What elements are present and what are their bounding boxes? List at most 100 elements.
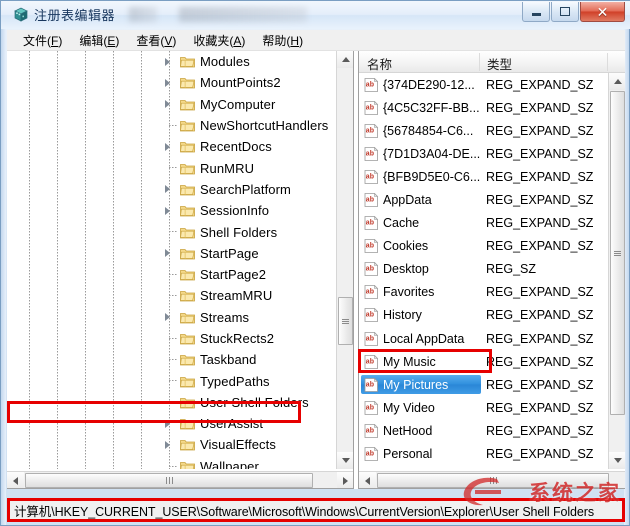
- value-type: REG_EXPAND_SZ: [486, 377, 594, 392]
- svg-text:ab: ab: [366, 381, 374, 388]
- value-row[interactable]: ab My Video REG_EXPAND_SZ: [359, 396, 608, 419]
- tree-item-modules[interactable]: Modules: [7, 51, 337, 72]
- list-scroll-left-button[interactable]: [359, 472, 376, 488]
- minimize-button[interactable]: [522, 2, 550, 22]
- tree-item-searchplatform[interactable]: SearchPlatform: [7, 179, 337, 200]
- expand-arrow-icon[interactable]: [162, 418, 173, 429]
- menu-file[interactable]: 文件(F): [15, 30, 71, 51]
- value-row[interactable]: abPrintHoodREG_EXPAND_SZ: [359, 466, 608, 467]
- string-value-icon: ab: [364, 262, 379, 277]
- tree-item-label: MyComputer: [200, 96, 276, 112]
- tree-hscrollbar-thumb[interactable]: [25, 473, 313, 488]
- value-row[interactable]: ab {BFB9D5E0-C6... REG_EXPAND_SZ: [359, 165, 608, 188]
- tree-item-sessioninfo[interactable]: SessionInfo: [7, 200, 337, 221]
- column-header-type[interactable]: 类型: [487, 54, 512, 73]
- tree-item-typedpaths[interactable]: TypedPaths: [7, 370, 337, 391]
- value-name: Personal: [383, 447, 433, 462]
- value-row[interactable]: ab {4C5C32FF-BB... REG_EXPAND_SZ: [359, 96, 608, 119]
- expand-arrow-icon[interactable]: [162, 77, 173, 88]
- value-row[interactable]: ab Local AppData REG_EXPAND_SZ: [359, 327, 608, 350]
- folder-icon: [180, 140, 195, 153]
- expand-arrow-icon[interactable]: [162, 56, 173, 67]
- value-row[interactable]: ab Personal REG_EXPAND_SZ: [359, 443, 608, 466]
- tree-item-startpage[interactable]: StartPage: [7, 243, 337, 264]
- svg-text:ab: ab: [366, 197, 374, 204]
- tree-item-mountpoints2[interactable]: MountPoints2: [7, 72, 337, 93]
- string-value-icon: ab: [364, 238, 379, 254]
- column-divider-end[interactable]: [607, 53, 608, 71]
- maximize-button[interactable]: [551, 2, 579, 22]
- registry-editor-screenshot: 注册表编辑器 ✕ 文件(F) 编辑(E) 查看(V) 收藏夹(A) 帮助(H): [0, 0, 630, 526]
- tree-item-wallpaper[interactable]: Wallpaper: [7, 456, 337, 469]
- menu-help[interactable]: 帮助(H): [254, 30, 312, 51]
- menu-view[interactable]: 查看(V): [128, 30, 185, 51]
- window-frame-left: [1, 1, 6, 525]
- list-scroll-down-button[interactable]: [609, 452, 625, 469]
- tree-item-stuckrects2[interactable]: StuckRects2: [7, 328, 337, 349]
- value-row[interactable]: ab NetHood REG_EXPAND_SZ: [359, 419, 608, 442]
- value-name: My Music: [383, 354, 436, 369]
- value-row[interactable]: ab Cache REG_EXPAND_SZ: [359, 212, 608, 235]
- list-scrollbar-thumb[interactable]: [610, 91, 625, 415]
- value-type: REG_EXPAND_SZ: [486, 423, 594, 438]
- tree-item-user-shell-folders[interactable]: User Shell Folders: [7, 392, 337, 413]
- value-row[interactable]: ab Favorites REG_EXPAND_SZ: [359, 281, 608, 304]
- list-hscrollbar-thumb[interactable]: [377, 473, 609, 488]
- value-row-selected[interactable]: ab My Pictures REG_EXPAND_SZ: [359, 373, 608, 396]
- expand-arrow-icon[interactable]: [162, 439, 173, 450]
- column-header-name[interactable]: 名称: [367, 54, 392, 73]
- tree-item-runmru[interactable]: RunMRU: [7, 157, 337, 178]
- expand-arrow-icon[interactable]: [162, 248, 173, 259]
- expand-arrow-icon[interactable]: [162, 99, 173, 110]
- tree-scroll-right-button[interactable]: [337, 472, 353, 488]
- registry-values-list[interactable]: 名称 类型 ab {374DE290-12... REG_EXPAND_SZ ab {4…: [358, 51, 625, 489]
- menu-edit[interactable]: 编辑(E): [71, 30, 128, 51]
- value-row[interactable]: ab History REG_EXPAND_SZ: [359, 304, 608, 327]
- tree-horizontal-scrollbar[interactable]: [7, 471, 353, 488]
- tree-scroll-left-button[interactable]: [7, 472, 24, 488]
- svg-text:ab: ab: [366, 404, 374, 411]
- menu-favorites[interactable]: 收藏夹(A): [185, 30, 254, 51]
- chevron-down-icon: [341, 458, 350, 463]
- list-vertical-scrollbar[interactable]: [608, 73, 625, 469]
- expand-arrow-icon[interactable]: [162, 184, 173, 195]
- value-row[interactable]: ab {374DE290-12... REG_EXPAND_SZ: [359, 73, 608, 96]
- value-row[interactable]: ab Cookies REG_EXPAND_SZ: [359, 235, 608, 258]
- expand-arrow-icon[interactable]: [162, 205, 173, 216]
- list-scroll-up-button[interactable]: [609, 73, 625, 90]
- value-type: REG_EXPAND_SZ: [486, 77, 594, 92]
- tree-item-startpage2[interactable]: StartPage2: [7, 264, 337, 285]
- expand-arrow-icon[interactable]: [162, 312, 173, 323]
- list-horizontal-scrollbar[interactable]: [359, 471, 625, 488]
- value-row[interactable]: ab {7D1D3A04-DE... REG_EXPAND_SZ: [359, 142, 608, 165]
- value-row[interactable]: ab AppData REG_EXPAND_SZ: [359, 188, 608, 211]
- tree-item-recentdocs[interactable]: RecentDocs: [7, 136, 337, 157]
- title-bar[interactable]: 注册表编辑器 ✕: [1, 1, 630, 29]
- tree-item-streams[interactable]: Streams: [7, 307, 337, 328]
- value-row[interactable]: ab My Music REG_EXPAND_SZ: [359, 350, 608, 373]
- tree-scroll-up-button[interactable]: [337, 51, 353, 68]
- folder-icon: [180, 247, 195, 260]
- string-value-icon: ab: [364, 423, 379, 438]
- close-button[interactable]: ✕: [580, 2, 625, 22]
- svg-text:ab: ab: [366, 335, 374, 342]
- tree-item-shell-folders[interactable]: Shell Folders: [7, 221, 337, 242]
- tree-item-taskband[interactable]: Taskband: [7, 349, 337, 370]
- tree-scrollbar-thumb[interactable]: [338, 297, 353, 345]
- tree-item-newshortcuthandlers[interactable]: NewShortcutHandlers: [7, 115, 337, 136]
- window-title: 注册表编辑器: [34, 8, 116, 23]
- value-row[interactable]: ab Desktop REG_SZ: [359, 258, 608, 281]
- registry-key-tree[interactable]: Modules MountPoints2 MyComputer NewShortcut…: [7, 51, 354, 489]
- value-name: History: [383, 308, 422, 323]
- value-name: My Pictures: [383, 377, 449, 392]
- value-row[interactable]: ab {56784854-C6... REG_EXPAND_SZ: [359, 119, 608, 142]
- tree-item-visualeffects[interactable]: VisualEffects: [7, 434, 337, 455]
- expand-arrow-icon[interactable]: [162, 141, 173, 152]
- column-divider[interactable]: [479, 53, 480, 71]
- value-type: REG_EXPAND_SZ: [486, 239, 594, 254]
- tree-item-streammru[interactable]: StreamMRU: [7, 285, 337, 306]
- tree-item-mycomputer[interactable]: MyComputer: [7, 94, 337, 115]
- tree-vertical-scrollbar[interactable]: [336, 51, 353, 469]
- tree-scroll-down-button[interactable]: [337, 452, 353, 469]
- tree-item-userassist[interactable]: UserAssist: [7, 413, 337, 434]
